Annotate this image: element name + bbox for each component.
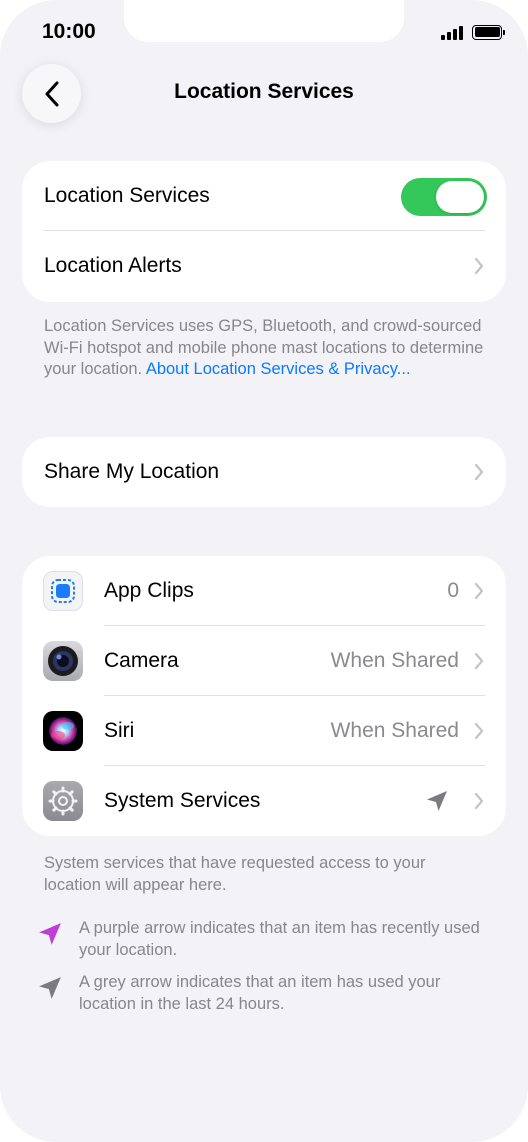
location-services-toggle[interactable] (401, 178, 487, 216)
app-clips-icon (43, 571, 83, 611)
chevron-right-icon (474, 792, 484, 810)
page-title: Location Services (174, 80, 354, 103)
grey-arrow-legend: A grey arrow indicates that an item has … (79, 973, 441, 1013)
app-name: App Clips (104, 579, 194, 602)
camera-icon (43, 641, 83, 681)
share-my-location-label: Share My Location (44, 460, 220, 483)
chevron-right-icon (474, 257, 484, 275)
app-name: Camera (104, 649, 179, 672)
location-settings-card: Location Services Location Alerts (22, 161, 506, 302)
app-row-camera[interactable]: Camera When Shared (22, 626, 506, 696)
app-value: When Shared (330, 649, 459, 672)
apps-card: App Clips 0 Camera When Shared Siri When… (22, 556, 506, 836)
chevron-right-icon (474, 582, 484, 600)
cellular-signal-icon (441, 24, 463, 40)
status-icons (441, 24, 505, 40)
chevron-right-icon (474, 463, 484, 481)
battery-icon (472, 24, 505, 40)
chevron-right-icon (474, 652, 484, 670)
location-alerts-row[interactable]: Location Alerts (22, 231, 506, 301)
privacy-link[interactable]: About Location Services & Privacy... (146, 360, 411, 378)
app-row-siri[interactable]: Siri When Shared (22, 696, 506, 766)
location-services-row: Location Services (22, 161, 506, 231)
location-arrow-purple-icon (39, 923, 61, 945)
app-name: Siri (104, 719, 135, 742)
purple-arrow-legend: A purple arrow indicates that an item ha… (79, 919, 480, 959)
location-alerts-label: Location Alerts (44, 254, 182, 277)
location-services-label: Location Services (44, 184, 210, 207)
app-row-system-services[interactable]: System Services (22, 766, 506, 836)
phone-screen: 10:00 Location Services Location Service… (0, 0, 528, 1142)
app-name: System Services (104, 789, 261, 812)
app-row-app-clips[interactable]: App Clips 0 (22, 556, 506, 626)
status-time: 10:00 (42, 20, 96, 43)
siri-icon (43, 711, 83, 751)
share-location-card: Share My Location (22, 437, 506, 507)
app-value: 0 (447, 579, 459, 602)
system-services-gear-icon (43, 781, 83, 821)
chevron-right-icon (474, 722, 484, 740)
notch (124, 0, 404, 42)
toggle-knob (436, 181, 484, 213)
location-arrow-grey-legend-icon (39, 977, 61, 999)
location-arrow-grey-icon (427, 791, 447, 811)
location-services-description: Location Services uses GPS, Bluetooth, a… (44, 316, 484, 381)
system-services-footnote: System services that have requested acce… (44, 854, 426, 894)
share-my-location-row[interactable]: Share My Location (22, 437, 506, 507)
app-value: When Shared (330, 719, 459, 742)
